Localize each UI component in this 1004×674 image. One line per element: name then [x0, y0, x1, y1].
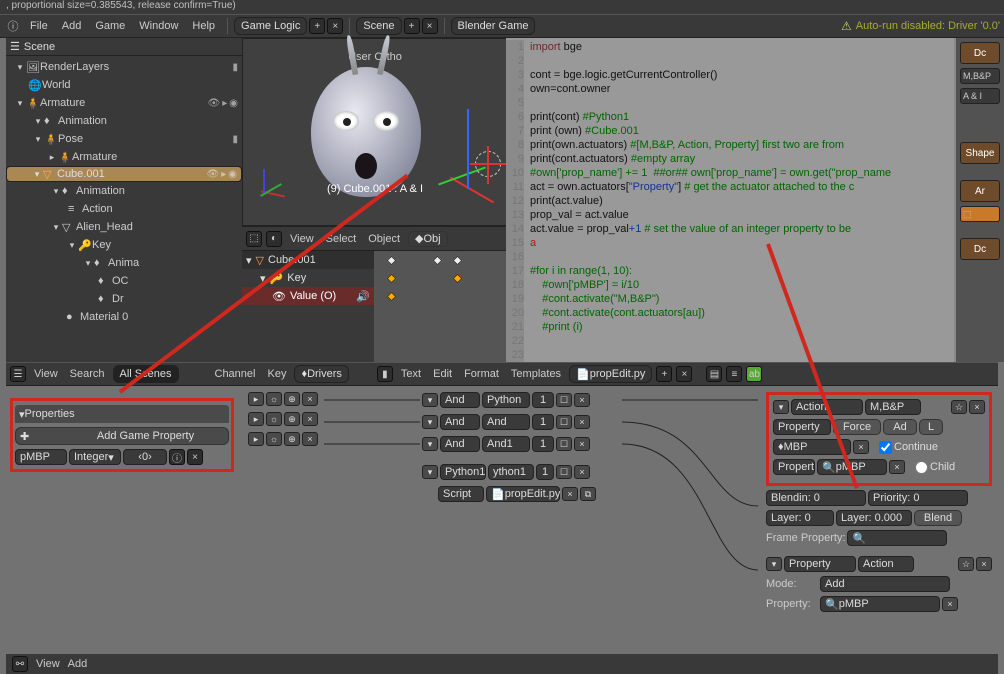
scene-del[interactable]: ×: [422, 18, 438, 34]
prop-value-field[interactable]: ‹ 0 ›: [123, 449, 167, 465]
drivers-mode[interactable]: ♦ Drivers: [294, 365, 348, 383]
menu-add[interactable]: Add: [56, 20, 88, 32]
top-status: , proportional size=0.385543, release co…: [0, 0, 1004, 14]
add-game-property-button[interactable]: ✚Add Game Property: [15, 427, 229, 445]
text-file[interactable]: 📄 propEdit.py: [569, 365, 652, 383]
continue-check[interactable]: [879, 441, 892, 454]
autorun-warning: ⚠Auto-run disabled: Driver '0.0': [841, 19, 1000, 33]
ar-button[interactable]: Ar: [960, 180, 1000, 202]
scene-select[interactable]: Scene: [356, 17, 401, 35]
prop-info-icon[interactable]: ⓘ: [169, 449, 185, 465]
outliner-icon[interactable]: ☰: [10, 40, 20, 53]
properties-panel-right: Dc M,B&P A & I Shape Ar ⬚ Dc: [956, 38, 1004, 362]
shape-button[interactable]: Shape: [960, 142, 1000, 164]
outliner: ☰ Scene ▾🖼RenderLayers▮ 🌐World ▾🧍Armatur…: [6, 38, 242, 362]
screen-layout[interactable]: Game Logic: [234, 17, 307, 35]
menu-window[interactable]: Window: [133, 20, 184, 32]
info-header: ⓘ File Add Game Window Help Game Logic +…: [0, 14, 1004, 38]
prop-delete-button[interactable]: ×: [187, 449, 203, 465]
viewport-mode-icon[interactable]: ⬚: [246, 231, 262, 247]
controller-column: ▾AndPython1☐× ▾AndAnd1☐× ▾AndAnd11☐× ▾Py…: [422, 392, 622, 508]
logic-editor-icon[interactable]: ⚯: [12, 656, 28, 672]
engine-select[interactable]: Blender Game: [451, 17, 536, 35]
text-editor-icon[interactable]: ▮: [377, 366, 393, 382]
viewport-shade-icon[interactable]: ◐: [266, 231, 282, 247]
do-button[interactable]: Dc: [960, 42, 1000, 64]
mid-search[interactable]: Search: [66, 368, 109, 380]
menu-file[interactable]: File: [24, 20, 54, 32]
scene-add[interactable]: +: [404, 18, 420, 34]
text-editor[interactable]: 1import bge23cont = bge.logic.getCurrent…: [506, 38, 1004, 362]
mid-view[interactable]: View: [30, 368, 62, 380]
warning-icon: ⚠: [841, 19, 852, 33]
sensor-column: ▸☼⊕× ▸☼⊕× ▸☼⊕×: [248, 392, 326, 452]
actuator-column: ▾ Action M,B&P ☆× Property Force Ad L ♦ …: [766, 392, 992, 612]
layout-del[interactable]: ×: [327, 18, 343, 34]
outliner-title: Scene: [24, 41, 55, 53]
cursor-3d-icon: [475, 151, 501, 177]
properties-panel: ▾ Properties ✚Add Game Property pMBP Int…: [10, 398, 234, 472]
layout-add[interactable]: +: [309, 18, 325, 34]
viewport-menu-object[interactable]: Object: [364, 233, 404, 245]
blender-icon[interactable]: ⓘ: [4, 17, 22, 35]
menu-game[interactable]: Game: [89, 20, 131, 32]
menu-help[interactable]: Help: [186, 20, 221, 32]
logic-editor[interactable]: ▾ Properties ✚Add Game Property pMBP Int…: [6, 386, 998, 654]
child-check[interactable]: [915, 461, 928, 474]
prop-type-select[interactable]: Integer ▾: [69, 449, 121, 465]
viewport-header: ⬚ ◐ View Select Object ◆ Obj: [242, 226, 508, 250]
outliner-tree[interactable]: ▾🖼RenderLayers▮ 🌐World ▾🧍Armature👁▸◉ ▾♦A…: [6, 56, 242, 362]
active-object-label: (9) Cube.001 : A & I: [327, 183, 423, 195]
prop-name-field[interactable]: pMBP: [15, 449, 67, 465]
mode-button[interactable]: ◆ Obj: [408, 231, 448, 247]
axis-icon: [255, 165, 289, 199]
outliner-type-icon[interactable]: ☰: [10, 366, 26, 382]
logic-header: ⚯ View Add: [6, 654, 998, 674]
